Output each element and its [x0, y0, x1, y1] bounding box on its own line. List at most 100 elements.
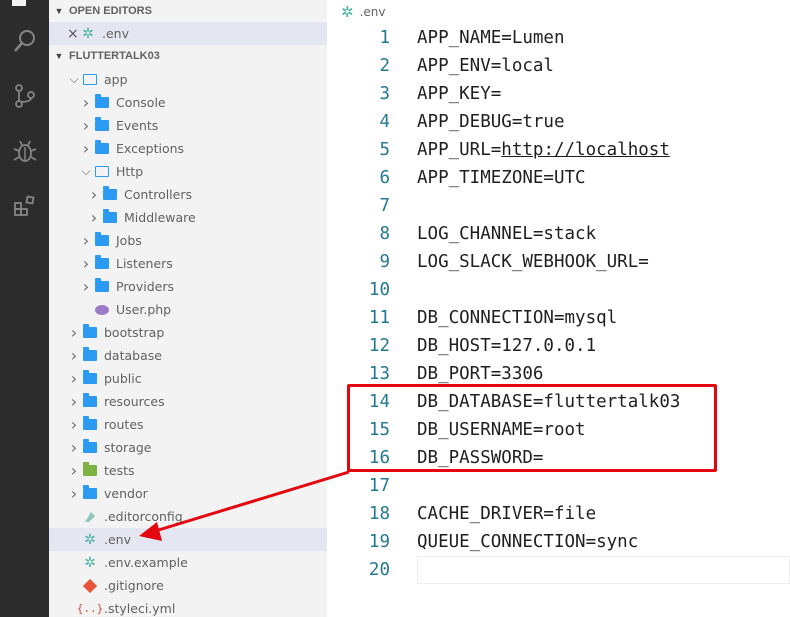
tree-item[interactable]: › Jobs — [49, 229, 327, 252]
tree-item-label: .styleci.yml — [104, 601, 176, 616]
line-number: 20 — [368, 560, 390, 580]
test-folder-icon — [81, 462, 99, 479]
chevron-right-icon[interactable]: › — [79, 93, 93, 112]
tree-item[interactable]: › database — [49, 344, 327, 367]
code-text: APP_URL=http://localhost — [417, 140, 670, 160]
tree-item[interactable]: › tests — [49, 459, 327, 482]
close-icon[interactable]: × — [67, 26, 79, 42]
folder-icon — [81, 347, 99, 364]
tree-item[interactable]: › Console — [49, 91, 327, 114]
tree-item[interactable]: › storage — [49, 436, 327, 459]
extensions-icon[interactable] — [0, 182, 49, 228]
code-line[interactable]: 19 QUEUE_CONNECTION=sync — [327, 528, 790, 556]
code-line[interactable]: 9 LOG_SLACK_WEBHOOK_URL= — [327, 248, 790, 276]
project-title: FLUTTERTALK03 — [69, 50, 160, 62]
tree-item-label: routes — [104, 417, 144, 432]
tree-item-label: User.php — [116, 302, 172, 317]
code-text-content: APP_ENV=local — [417, 56, 554, 76]
code-line[interactable]: 3 APP_KEY= — [327, 80, 790, 108]
line-number: 3 — [379, 84, 390, 104]
tree-item[interactable]: › public — [49, 367, 327, 390]
tree-item[interactable]: ⌵ app — [49, 68, 327, 91]
code-text-content: APP_DEBUG=true — [417, 112, 565, 132]
code-line[interactable]: 18 CACHE_DRIVER=file — [327, 500, 790, 528]
code-line[interactable]: 6 APP_TIMEZONE=UTC — [327, 164, 790, 192]
line-number: 11 — [368, 308, 390, 328]
gear-icon: ✲ — [82, 25, 94, 42]
code-line[interactable]: 17 — [327, 472, 790, 500]
code-text: APP_TIMEZONE=UTC — [417, 168, 586, 188]
chevron-right-icon[interactable]: › — [67, 484, 81, 503]
chevron-right-icon[interactable]: › — [79, 139, 93, 158]
tree-item-label: .env — [104, 532, 131, 547]
tree-item[interactable]: ⌵ Http — [49, 160, 327, 183]
code-line[interactable]: 1 APP_NAME=Lumen — [327, 24, 790, 52]
tree-item[interactable]: › Listeners — [49, 252, 327, 275]
tree-item[interactable]: › Providers — [49, 275, 327, 298]
line-number: 4 — [379, 112, 390, 132]
code-line[interactable]: 10 — [327, 276, 790, 304]
open-editors-header[interactable]: ▼ OPEN EDITORS — [49, 0, 327, 22]
line-number: 1 — [379, 28, 390, 48]
tree-item-label: Providers — [116, 279, 174, 294]
url-link[interactable]: http://localhost — [501, 140, 670, 160]
chevron-right-icon[interactable]: › — [87, 208, 101, 227]
code-line[interactable]: 7 — [327, 192, 790, 220]
chevron-right-icon[interactable]: › — [67, 346, 81, 365]
breadcrumb-file[interactable]: .env — [360, 5, 386, 19]
code-text: APP_KEY= — [417, 84, 501, 104]
line-number: 17 — [368, 476, 390, 496]
chevron-right-icon[interactable]: › — [67, 461, 81, 480]
tree-item[interactable]: › Events — [49, 114, 327, 137]
chevron-right-icon[interactable]: › — [79, 254, 93, 273]
folder-icon — [93, 278, 111, 295]
code-line[interactable]: 12 DB_HOST=127.0.0.1 — [327, 332, 790, 360]
yaml-icon: {..} — [76, 602, 104, 615]
chevron-right-icon[interactable]: › — [67, 392, 81, 411]
tree-item[interactable]: User.php — [49, 298, 327, 321]
tree-item-label: Middleware — [124, 210, 196, 225]
tree-item[interactable]: › Controllers — [49, 183, 327, 206]
code-line[interactable]: 2 APP_ENV=local — [327, 52, 790, 80]
chevron-right-icon[interactable]: › — [79, 277, 93, 296]
project-header[interactable]: ▼ FLUTTERTALK03 — [49, 45, 327, 67]
tree-item[interactable]: ✲ .env.example — [49, 551, 327, 574]
tree-item-label: Events — [116, 118, 159, 133]
tree-item-label: .editorconfig — [104, 509, 183, 524]
tree-item[interactable]: {..} .styleci.yml — [49, 597, 327, 617]
chevron-right-icon[interactable]: › — [87, 185, 101, 204]
code-line[interactable]: 4 APP_DEBUG=true — [327, 108, 790, 136]
tree-item[interactable]: › Middleware — [49, 206, 327, 229]
code-line[interactable]: 8 LOG_CHANNEL=stack — [327, 220, 790, 248]
chevron-down-icon[interactable]: ⌵ — [67, 72, 81, 87]
git-icon — [81, 578, 99, 594]
tree-item-label: vendor — [104, 486, 148, 501]
code-line[interactable]: 11 DB_CONNECTION=mysql — [327, 304, 790, 332]
tree-item[interactable]: .editorconfig — [49, 505, 327, 528]
chevron-right-icon[interactable]: › — [67, 438, 81, 457]
tree-item[interactable]: .gitignore — [49, 574, 327, 597]
tree-item[interactable]: › Exceptions — [49, 137, 327, 160]
debug-icon[interactable] — [0, 128, 49, 174]
source-control-icon[interactable] — [0, 73, 49, 119]
line-number: 8 — [379, 224, 390, 244]
chevron-right-icon[interactable]: › — [79, 116, 93, 135]
tree-item[interactable]: › routes — [49, 413, 327, 436]
chevron-down-icon[interactable]: ⌵ — [79, 164, 93, 179]
tree-item[interactable]: › bootstrap — [49, 321, 327, 344]
tree-item-label: Controllers — [124, 187, 192, 202]
tree-item[interactable]: › resources — [49, 390, 327, 413]
code-line[interactable]: 5 APP_URL=http://localhost — [327, 136, 790, 164]
tree-item-label: Http — [116, 164, 144, 179]
search-icon[interactable] — [0, 18, 49, 64]
chevron-right-icon[interactable]: › — [67, 369, 81, 388]
code-text: LOG_SLACK_WEBHOOK_URL= — [417, 252, 649, 272]
chevron-down-icon: ▼ — [54, 51, 64, 61]
chevron-right-icon[interactable]: › — [67, 323, 81, 342]
line-number: 10 — [368, 280, 390, 300]
chevron-right-icon[interactable]: › — [67, 415, 81, 434]
tree-item[interactable]: ✲ .env — [49, 528, 327, 551]
tree-item[interactable]: › vendor — [49, 482, 327, 505]
chevron-right-icon[interactable]: › — [79, 231, 93, 250]
open-editor-item[interactable]: × ✲ .env — [49, 22, 327, 45]
